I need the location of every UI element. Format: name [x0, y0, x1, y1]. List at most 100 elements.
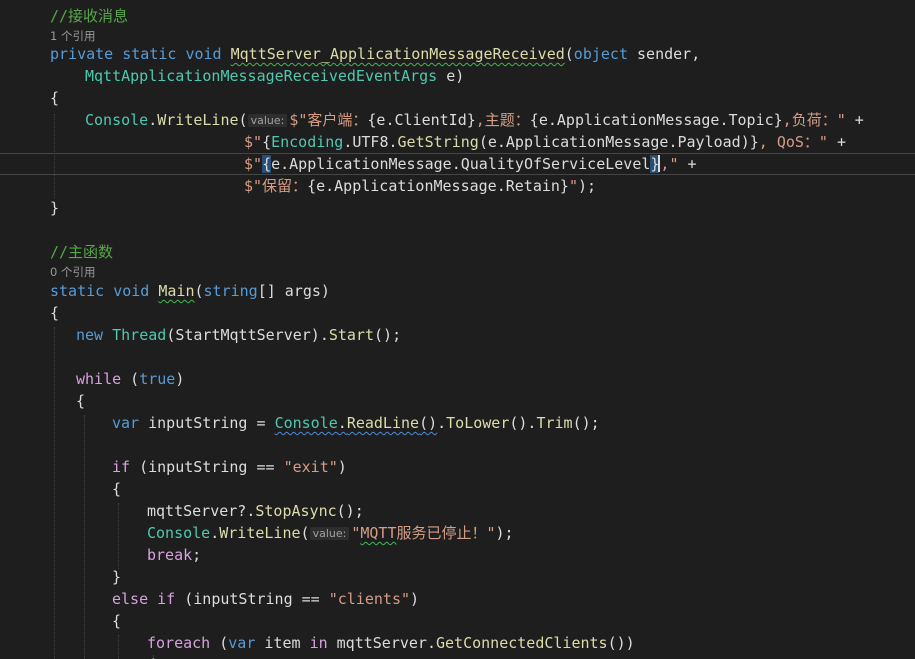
code-token: (inputString == — [130, 458, 284, 476]
code-editor[interactable]: //接收消息 1 个引用 private static void MqttServe… — [0, 0, 915, 659]
code-line: { — [112, 478, 121, 500]
code-token: + — [678, 155, 697, 173]
code-token: (); — [336, 502, 364, 520]
code-token: ) — [337, 458, 347, 476]
code-token: void — [113, 282, 150, 300]
code-token: "clients" — [328, 590, 411, 608]
code-token: {e.ApplicationMessage.Topic} — [529, 111, 783, 129]
code-token: var — [228, 634, 256, 652]
code-token: item — [255, 634, 310, 652]
code-token: static — [122, 45, 177, 63]
code-line: { — [50, 87, 59, 109]
code-line: } — [112, 566, 121, 588]
code-token: Encoding — [271, 133, 344, 151]
code-token: { — [112, 480, 122, 498]
code-token: inputString = — [139, 414, 275, 432]
indent-guide — [54, 114, 55, 198]
code-token: "exit" — [283, 458, 338, 476]
code-token: (); — [572, 414, 600, 432]
codelens-reference-count[interactable]: 1 个引用 — [50, 28, 95, 44]
code-line: { — [76, 390, 85, 412]
code-token: foreach — [147, 634, 211, 652]
code-token: string — [203, 282, 258, 300]
code-token: { — [262, 155, 272, 173]
code-token: (e.ApplicationMessage.Payload)} — [478, 133, 759, 151]
code-token: true — [139, 370, 176, 388]
code-token: Start — [328, 326, 375, 344]
code-token: ," — [660, 155, 679, 173]
code-token: { — [50, 304, 60, 322]
code-line: //接收消息 — [50, 5, 128, 27]
code-token: 服务已停止！" — [396, 524, 496, 542]
code-token: ) — [410, 590, 420, 608]
code-token: " — [568, 177, 578, 195]
codelens-reference-count[interactable]: 0 个引用 — [50, 264, 95, 280]
code-token: $" — [244, 155, 263, 173]
code-token: void — [185, 45, 222, 63]
code-token: else — [112, 590, 149, 608]
code-line: { — [147, 654, 156, 659]
code-line: var inputString = Console.ReadLine().ToL… — [112, 412, 600, 434]
code-line: $"保留：{e.ApplicationMessage.Retain}"); — [244, 175, 596, 197]
code-token: { — [50, 89, 60, 107]
code-line: MqttApplicationMessageReceivedEventArgs … — [85, 65, 464, 87]
code-token: { — [262, 133, 272, 151]
code-token: MQTT — [360, 524, 397, 542]
code-line: mqttServer?.StopAsync(); — [147, 500, 364, 522]
code-token: $" — [244, 133, 263, 151]
code-token: GetString — [397, 133, 479, 151]
code-line: $"{Encoding.UTF8.GetString(e.Application… — [244, 131, 846, 153]
code-token: object — [573, 45, 628, 63]
code-token: while — [76, 370, 122, 388]
code-line: Console.WriteLine(value: "MQTT服务已停止！"); — [147, 522, 514, 544]
code-token: ( — [121, 370, 140, 388]
code-token: Trim — [536, 414, 573, 432]
code-line: private static void MqttServer_Applicati… — [50, 43, 700, 65]
code-token: Console — [147, 524, 211, 542]
code-line: { — [50, 302, 59, 324]
code-token: {e.ClientId} — [367, 111, 476, 129]
code-token: {e.ApplicationMessage.Retain} — [307, 177, 569, 195]
code-token: Console — [274, 414, 338, 432]
code-token: ,主题： — [475, 111, 530, 129]
code-token: mqttServer?. — [147, 502, 256, 520]
code-token: Main — [158, 282, 195, 300]
code-token: ) — [175, 370, 185, 388]
code-token: Thread — [112, 326, 167, 344]
code-token: + — [827, 133, 847, 151]
code-line: Console.WriteLine(value: $"客户端：{e.ClientI… — [85, 109, 864, 131]
code-line: } — [50, 197, 59, 219]
code-token: e) — [437, 67, 465, 85]
code-token: " — [351, 524, 361, 542]
code-line: else if (inputString == "clients") — [112, 588, 419, 610]
code-token: ( — [210, 634, 229, 652]
code-token: WriteLine — [219, 524, 301, 542]
code-token: { — [112, 612, 122, 630]
code-token: mqttServer. — [327, 634, 436, 652]
code-token: (). — [509, 414, 537, 432]
code-line: while (true) — [76, 368, 184, 390]
code-token: ,负荷：" — [782, 111, 846, 129]
code-token: ()) — [607, 634, 635, 652]
code-token: private — [50, 45, 114, 63]
code-token: $"保留： — [244, 177, 308, 195]
code-line: //主函数 — [50, 241, 113, 263]
code-token: StopAsync — [255, 502, 337, 520]
code-token: in — [309, 634, 328, 652]
code-token: (inputString == — [175, 590, 329, 608]
code-token: static — [50, 282, 105, 300]
code-token: ReadLine — [346, 414, 420, 432]
code-token: . — [148, 111, 158, 129]
code-token: //主函数 — [50, 243, 114, 261]
code-token: MqttServer_ApplicationMessageReceived — [230, 45, 565, 63]
code-token: 0 个引用 — [50, 265, 96, 279]
code-token: new — [76, 326, 104, 344]
code-token: //接收消息 — [50, 7, 129, 25]
code-token: if — [157, 590, 176, 608]
indent-guide — [84, 415, 85, 659]
code-token: ); — [495, 524, 514, 542]
code-token: 1 个引用 — [50, 29, 96, 43]
